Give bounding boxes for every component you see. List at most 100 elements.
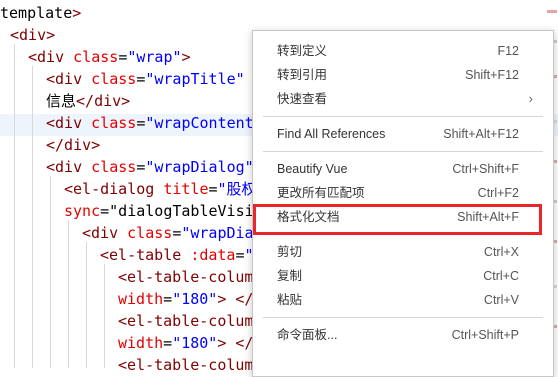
code-line: <div class="wrapDia	[82, 222, 254, 244]
code-token: width	[118, 290, 164, 308]
code-token: class	[127, 224, 173, 242]
menu-item[interactable]: 更改所有匹配项 Ctrl+F2	[253, 181, 553, 205]
code-token: =	[136, 158, 146, 176]
code-token: =	[118, 48, 128, 66]
indent-guide	[50, 176, 51, 368]
code-token: class	[91, 114, 137, 132]
menu-item[interactable]: 粘贴 Ctrl+V	[253, 288, 553, 312]
menu-item-label: 转到引用	[277, 68, 328, 82]
code-token: <div	[46, 114, 92, 132]
code-token: <el-table-column	[118, 268, 263, 286]
code-line: width="180"> </	[118, 332, 253, 354]
menu-item-shortcut: Ctrl+F2	[477, 186, 519, 200]
code-token: <el-table-column	[118, 356, 272, 374]
code-token: <div	[46, 70, 92, 88]
code-token: </div>	[76, 92, 131, 110]
code-token: =	[163, 290, 173, 308]
code-token: "wrapContent"	[145, 114, 263, 132]
code-token: <div	[82, 224, 128, 242]
code-token: title	[163, 180, 209, 198]
menu-item-shortcut: Ctrl+X	[483, 245, 519, 259]
chevron-right-icon: ›	[528, 91, 533, 106]
code-line: <div class="wrapContent"	[46, 112, 263, 134]
menu-item-shortcut: Ctrl+Shift+F	[452, 162, 519, 176]
code-line: <div>	[10, 24, 55, 46]
code-token: template	[0, 4, 73, 22]
menu-item[interactable]: Beautify Vue Ctrl+Shift+F	[253, 157, 553, 181]
code-line: <el-dialog title="股权	[64, 178, 257, 200]
code-token: width	[118, 334, 164, 352]
menu-item[interactable]: 转到定义 F12	[253, 39, 553, 63]
code-line: sync="dialogTableVisib	[64, 200, 263, 222]
code-token: "股权	[217, 180, 257, 198]
code-token: <el-table-column	[118, 312, 263, 330]
menu-item[interactable]: 转到引用 Shift+F12	[253, 63, 553, 87]
highlight-box	[253, 204, 542, 235]
code-line: <el-table-column	[118, 310, 263, 332]
menu-separator	[263, 116, 543, 117]
code-token: >	[181, 48, 191, 66]
menu-item-label: Find All References	[277, 127, 386, 141]
menu-item-label: 转到定义	[277, 44, 328, 58]
indent-guide	[68, 220, 69, 368]
indent-guide	[104, 264, 105, 368]
code-line: <el-table :data="	[100, 244, 254, 266]
code-token: <div	[46, 158, 92, 176]
menu-separator	[263, 317, 543, 318]
code-token: =	[136, 114, 146, 132]
code-token: "180"	[172, 334, 218, 352]
menu-item[interactable]: 快速查看 ›	[253, 87, 553, 111]
menu-item-label: 快速查看	[277, 92, 328, 106]
code-token: <el-dialog	[64, 180, 164, 198]
code-line: width="180"> </	[118, 288, 253, 310]
code-token: "180"	[172, 290, 218, 308]
menu-item[interactable]: Find All References Shift+Alt+F12	[253, 122, 553, 146]
code-token: > </	[217, 334, 254, 352]
code-token: "wrapDialog"	[145, 158, 254, 176]
code-line: <el-table-column	[118, 266, 263, 288]
code-token: class	[91, 158, 137, 176]
code-token: <div>	[10, 26, 56, 44]
menu-item-label: Beautify Vue	[277, 162, 348, 176]
menu-item-shortcut: Shift+F12	[465, 68, 519, 82]
code-token: "wrap"	[127, 48, 182, 66]
code-token: <el-table	[100, 246, 191, 264]
code-token: <div	[28, 48, 74, 66]
menu-item[interactable]: 剪切 Ctrl+X	[253, 240, 553, 264]
menu-item-shortcut: Shift+Alt+F12	[443, 127, 519, 141]
menu-item-shortcut: Ctrl+C	[483, 269, 519, 283]
menu-item[interactable]: 复制 Ctrl+C	[253, 264, 553, 288]
code-token: "dialogTableVisib	[109, 202, 263, 220]
code-token: > </	[217, 290, 254, 308]
menu-item-shortcut: Ctrl+V	[483, 293, 519, 307]
code-token: =	[136, 70, 146, 88]
code-line: 信息</div>	[46, 90, 130, 112]
code-token: =	[208, 180, 218, 198]
code-token: "wrapTitle"	[145, 70, 245, 88]
menu-item-label: 剪切	[277, 245, 303, 259]
indent-guide	[32, 66, 33, 368]
code-token: 信息	[46, 92, 77, 110]
menu-item-label: 更改所有匹配项	[277, 186, 365, 200]
code-token: :data	[190, 246, 236, 264]
menu-item-shortcut: Ctrl+Shift+P	[451, 328, 519, 342]
code-token: =	[235, 246, 245, 264]
code-line: template>	[0, 2, 81, 24]
menu-item-shortcut: F12	[497, 44, 519, 58]
menu-item-label: 复制	[277, 269, 303, 283]
code-token: =	[163, 334, 173, 352]
indent-guide	[14, 44, 15, 368]
code-line: <div class="wrapDialog"	[46, 156, 254, 178]
menu-separator	[263, 151, 543, 152]
menu-item[interactable]: 命令面板... Ctrl+Shift+P	[253, 323, 553, 347]
code-line: <div class="wrap">	[28, 46, 191, 68]
code-line: </div>	[46, 134, 100, 156]
menu-item-label: 粘贴	[277, 293, 303, 307]
code-token: =	[100, 202, 110, 220]
indent-guide	[86, 242, 87, 368]
code-token: =	[172, 224, 182, 242]
code-line: <div class="wrapTitle" (	[46, 68, 263, 90]
code-token: class	[73, 48, 119, 66]
code-token: "wrapDia	[181, 224, 254, 242]
code-token: class	[91, 70, 137, 88]
